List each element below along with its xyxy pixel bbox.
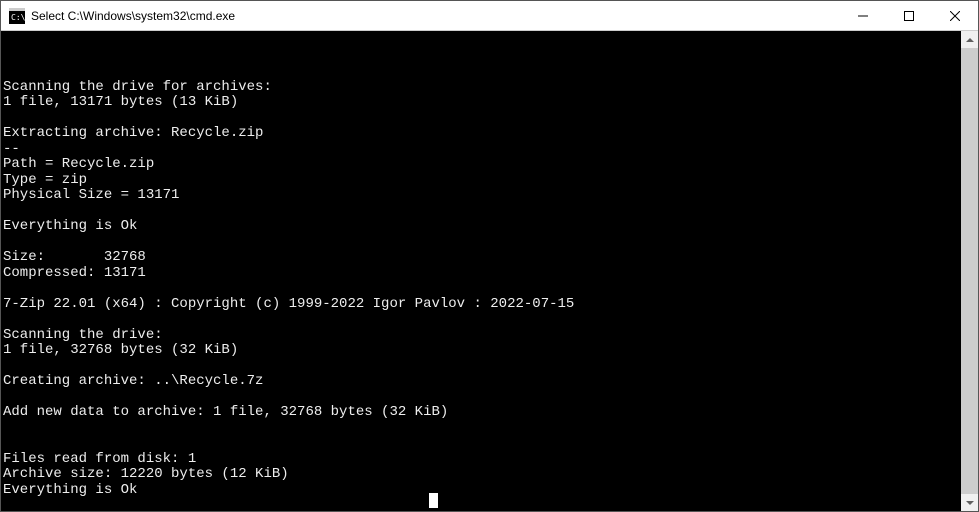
- vertical-scrollbar[interactable]: [961, 31, 978, 511]
- cmd-window: C:\ Select C:\Windows\system32\cmd.exe S…: [0, 0, 979, 512]
- chevron-up-icon: [966, 38, 974, 42]
- cmd-icon: C:\: [9, 8, 25, 24]
- console-line: 7-Zip 22.01 (x64) : Copyright (c) 1999-2…: [3, 297, 959, 313]
- console-line: Scanning the drive:: [3, 328, 959, 344]
- console-line: Archive size: 12220 bytes (12 KiB): [3, 467, 959, 483]
- console-line: [3, 498, 959, 511]
- console-line: Path = Recycle.zip: [3, 157, 959, 173]
- console-line: [3, 390, 959, 406]
- console-line: Add new data to archive: 1 file, 32768 b…: [3, 405, 959, 421]
- console-line: Everything is Ok: [3, 219, 959, 235]
- content-area: Scanning the drive for archives:1 file, …: [1, 31, 978, 511]
- console-line: Files read from disk: 1: [3, 452, 959, 468]
- console-line: Everything is Ok: [3, 483, 959, 499]
- console-line: [3, 359, 959, 375]
- console-line: [3, 281, 959, 297]
- console-line: --: [3, 142, 959, 158]
- maximize-icon: [904, 11, 914, 21]
- console-line: Scanning the drive for archives:: [3, 80, 959, 96]
- console-line: Type = zip: [3, 173, 959, 189]
- scroll-up-button[interactable]: [961, 31, 978, 48]
- console-output[interactable]: Scanning the drive for archives:1 file, …: [1, 31, 961, 511]
- selection-cursor: [429, 493, 438, 508]
- svg-text:C:\: C:\: [11, 13, 25, 22]
- scroll-thumb[interactable]: [961, 48, 978, 494]
- console-line: [3, 235, 959, 251]
- console-line: Size: 32768: [3, 250, 959, 266]
- close-button[interactable]: [932, 1, 978, 30]
- minimize-icon: [858, 11, 868, 21]
- minimize-button[interactable]: [840, 1, 886, 30]
- console-line: [3, 421, 959, 437]
- console-line: 1 file, 32768 bytes (32 KiB): [3, 343, 959, 359]
- window-controls: [840, 1, 978, 30]
- console-line: [3, 436, 959, 452]
- window-title: Select C:\Windows\system32\cmd.exe: [31, 9, 840, 23]
- console-line: 1 file, 13171 bytes (13 KiB): [3, 95, 959, 111]
- console-line: Physical Size = 13171: [3, 188, 959, 204]
- maximize-button[interactable]: [886, 1, 932, 30]
- console-line: [3, 111, 959, 127]
- scroll-down-button[interactable]: [961, 494, 978, 511]
- titlebar[interactable]: C:\ Select C:\Windows\system32\cmd.exe: [1, 1, 978, 31]
- console-line: [3, 204, 959, 220]
- console-line: [3, 312, 959, 328]
- close-icon: [950, 11, 960, 21]
- scroll-track[interactable]: [961, 48, 978, 494]
- console-line: Creating archive: ..\Recycle.7z: [3, 374, 959, 390]
- chevron-down-icon: [966, 501, 974, 505]
- console-line: Compressed: 13171: [3, 266, 959, 282]
- console-line: Extracting archive: Recycle.zip: [3, 126, 959, 142]
